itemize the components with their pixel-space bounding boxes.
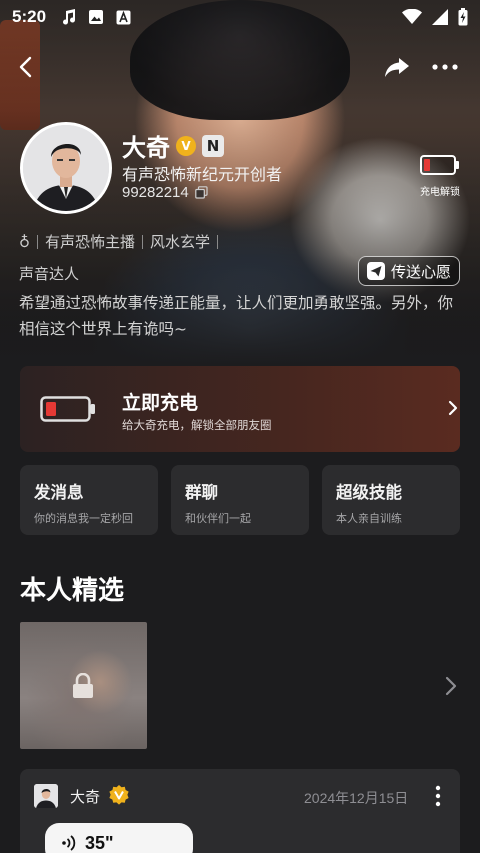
- lock-icon: [73, 673, 93, 698]
- status-notification-icons: [62, 9, 131, 25]
- music-note-icon: [63, 9, 76, 25]
- profile-name-row: 大奇 V N: [122, 128, 224, 163]
- profile-role: 声音达人: [19, 265, 80, 283]
- tag-divider: [142, 234, 144, 249]
- profile-tags: ♁ 有声恐怖主播 风水玄学: [19, 231, 225, 252]
- super-skills-card[interactable]: 超级技能 本人亲自训练: [322, 465, 460, 535]
- profile-uid: 99282214: [122, 184, 189, 201]
- tag-item: 风水玄学: [150, 233, 211, 251]
- send-message-card[interactable]: 发消息 你的消息我一定秒回: [20, 465, 158, 535]
- send-wish-label: 传送心愿: [390, 262, 451, 281]
- vertical-more-icon[interactable]: [432, 784, 444, 808]
- verified-v-badge-icon: [109, 785, 129, 805]
- gender-icon: ♁: [19, 232, 30, 251]
- more-icon: [432, 64, 458, 70]
- back-arrow-icon: [19, 56, 32, 78]
- copy-icon[interactable]: [194, 186, 208, 199]
- avatar-portrait-image: [23, 125, 109, 211]
- share-icon: [385, 58, 409, 77]
- quick-action-subtitle: 和伙伴们一起: [185, 512, 251, 525]
- profile-uid-row: 99282214: [122, 184, 208, 201]
- status-time: 5:20: [12, 7, 47, 26]
- image-icon: [89, 10, 104, 24]
- send-wish-button[interactable]: 传送心愿: [358, 256, 460, 286]
- profile-bio: 希望通过恐怖故事传递正能量，让人们更加勇敢坚强。另外，你相信这个世界上有诡吗~: [19, 294, 454, 338]
- back-button[interactable]: [12, 52, 42, 82]
- top-navigation: [0, 50, 480, 86]
- avatar-portrait-image: [34, 784, 58, 808]
- low-battery-icon: [40, 396, 95, 422]
- status-system-icons: [402, 8, 468, 26]
- group-chat-card[interactable]: 群聊 和伙伴们一起: [171, 465, 309, 535]
- profile-name: 大奇: [122, 134, 170, 162]
- moment-date: 2024年12月15日: [304, 790, 409, 806]
- profile-subtitle: 有声恐怖新纪元开创者: [122, 165, 283, 184]
- recharge-title: 立即充电: [122, 392, 199, 414]
- recharge-subtitle: 给大奇充电，解锁全部朋友圈: [122, 418, 272, 432]
- locked-featured-item[interactable]: [20, 622, 147, 749]
- profile-avatar[interactable]: [20, 122, 112, 214]
- quick-action-subtitle: 你的消息我一定秒回: [34, 512, 133, 525]
- chevron-right-icon[interactable]: [443, 675, 459, 697]
- tag-divider: [217, 234, 219, 249]
- quick-action-title: 发消息: [34, 483, 84, 502]
- moment-avatar[interactable]: [34, 784, 58, 808]
- signal-icon: [432, 9, 448, 25]
- charge-unlock-button[interactable]: 充电解锁: [412, 154, 468, 198]
- voice-wave-icon: [62, 835, 76, 851]
- wifi-icon: [402, 9, 422, 24]
- low-battery-icon: [420, 155, 459, 175]
- n-level-badge-icon: N: [202, 134, 224, 157]
- battery-charging-icon: [458, 8, 468, 26]
- paper-plane-icon: [366, 262, 385, 280]
- verified-v-badge-icon: V: [176, 135, 196, 156]
- translate-a-icon: [116, 10, 131, 24]
- chevron-right-icon: [448, 400, 458, 416]
- tag-divider: [37, 234, 38, 249]
- charge-unlock-label: 充电解锁: [420, 187, 460, 198]
- tag-item: 有声恐怖主播: [45, 233, 136, 251]
- share-button[interactable]: [382, 52, 412, 82]
- featured-section-title: 本人精选: [20, 576, 125, 606]
- more-options-button[interactable]: [430, 52, 460, 82]
- recharge-card[interactable]: 立即充电 给大奇充电，解锁全部朋友圈: [20, 366, 460, 452]
- voice-duration: 35": [85, 832, 114, 853]
- status-bar: 5:20: [0, 0, 480, 34]
- quick-action-title: 超级技能: [336, 483, 402, 502]
- quick-action-title: 群聊: [185, 483, 218, 502]
- quick-action-subtitle: 本人亲自训练: [336, 512, 402, 525]
- moment-author-name: 大奇: [70, 788, 101, 806]
- voice-message-bubble[interactable]: 35": [45, 823, 193, 853]
